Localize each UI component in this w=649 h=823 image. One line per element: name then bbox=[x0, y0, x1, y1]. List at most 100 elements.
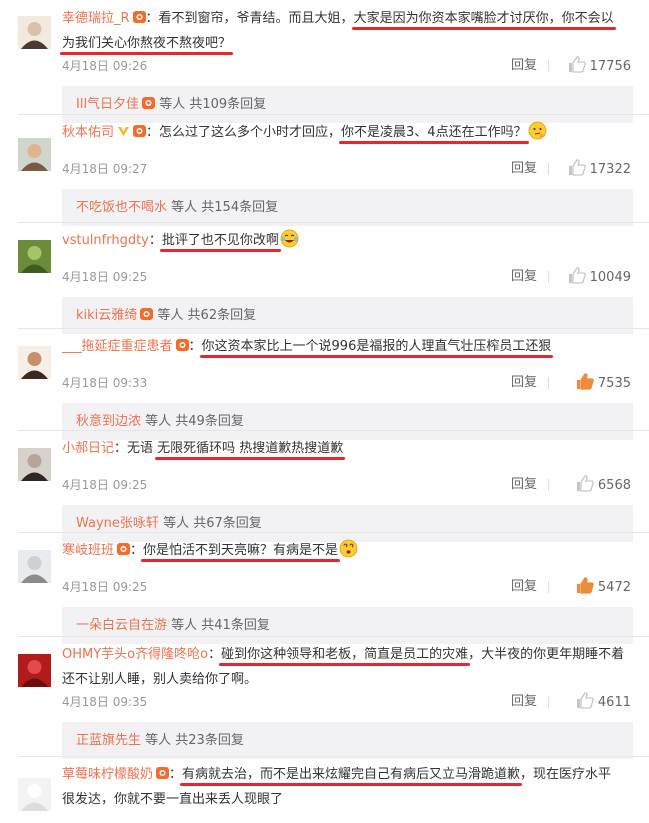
timestamp: 4月18日 09:25 bbox=[62, 580, 148, 594]
like-button[interactable]: 17322 bbox=[568, 159, 631, 180]
replies-count-link[interactable]: 等人 共23条回复 bbox=[145, 733, 244, 748]
reply-username-link[interactable]: 正蓝旗先生 bbox=[76, 733, 141, 748]
replies-preview-box[interactable]: 秋意到边浓 等人 共49条回复 bbox=[62, 403, 633, 440]
highlighted-text: 你是怕活不到天亮嘛？有病是不是 bbox=[143, 543, 339, 558]
timestamp: 4月18日 09:27 bbox=[62, 162, 148, 176]
like-button[interactable]: 4611 bbox=[576, 692, 631, 713]
fan-badge-icon bbox=[132, 11, 146, 23]
avatar[interactable] bbox=[18, 778, 51, 811]
comment-divider bbox=[18, 756, 649, 757]
username-link[interactable]: 草莓味柠檬酸奶 bbox=[62, 767, 153, 782]
like-button[interactable]: 17756 bbox=[568, 56, 631, 77]
meta-divider bbox=[548, 377, 549, 389]
replies-count-link[interactable]: 等人 共154条回复 bbox=[171, 200, 278, 215]
avatar[interactable] bbox=[18, 550, 51, 583]
like-count: 4611 bbox=[597, 695, 631, 710]
reply-button[interactable]: 回复 bbox=[511, 692, 537, 712]
comment-divider bbox=[18, 222, 649, 223]
reply-button[interactable]: 回复 bbox=[511, 373, 537, 393]
replies-preview-box[interactable]: 一朵白云自在游 等人 共41条回复 bbox=[62, 607, 633, 644]
thumbs-up-icon bbox=[568, 267, 586, 284]
comment-meta: 4月18日 09:25 回复 6568 bbox=[62, 475, 631, 495]
comment-meta: 4月18日 09:35 回复 4611 bbox=[62, 692, 631, 712]
meta-divider bbox=[548, 163, 549, 175]
avatar[interactable] bbox=[18, 654, 51, 687]
replies-preview-box[interactable]: Wayne张咏轩 等人 共67条回复 bbox=[62, 505, 633, 542]
highlighted-text: 批评了也不见你改啊 bbox=[161, 233, 279, 248]
reply-username-link[interactable]: 一朵白云自在游 bbox=[76, 618, 167, 633]
avatar[interactable] bbox=[18, 346, 51, 379]
comment-text-line2: 还不让别人睡，别人卖给你了啊。 bbox=[62, 668, 631, 691]
highlighted-text: 无限死循环吗 热搜道歉热搜道歉 bbox=[157, 441, 344, 456]
highlighted-text: 你不是凌晨3、4点还在工作吗？ bbox=[341, 125, 527, 140]
comment-meta: 4月18日 09:27 回复 17322 bbox=[62, 159, 631, 179]
like-button[interactable]: 7535 bbox=[576, 373, 631, 394]
replies-count-link[interactable]: 等人 共67条回复 bbox=[163, 516, 262, 531]
meta-divider bbox=[548, 271, 549, 283]
comment-text-segment: ：看不到窗帘，爷青结。而且大姐， bbox=[145, 11, 354, 26]
comment-text-segment: ： bbox=[169, 767, 183, 782]
replies-count-link[interactable]: 等人 共41条回复 bbox=[171, 618, 270, 633]
comment-text-segment: ：怎么过了这么多个小时才回应， bbox=[146, 125, 342, 140]
thumbs-up-icon bbox=[568, 159, 586, 176]
username-link[interactable]: 小郝日记 bbox=[62, 441, 114, 456]
fan-badge-icon bbox=[133, 125, 147, 137]
comment-text: 幸德瑞拉_R ：看不到窗帘，爷青结。而且大姐，大家是因为你资本家嘴脸才讨厌你，你不… bbox=[62, 7, 631, 30]
comment-text-segment: ： bbox=[188, 339, 202, 354]
reply-button[interactable]: 回复 bbox=[511, 577, 537, 597]
comment-divider bbox=[18, 328, 649, 329]
comment-text-segment: ： bbox=[148, 233, 162, 248]
comment-text: OHMY芋头o齐得隆咚呛o：碰到你这种领导和老板，简直是员工的灾难，大半夜的你更… bbox=[62, 643, 631, 666]
comment-text-segment: ，大半夜的你更年期睡不着 bbox=[468, 647, 625, 662]
reply-username-link[interactable]: Wayne张咏轩 bbox=[76, 516, 159, 531]
comment-text: ___拖延症重症患者 ：你这资本家比上一个说996是福报的人理直气壮压榨员工还狠 bbox=[62, 335, 631, 358]
username-link[interactable]: vstulnfrhgdty bbox=[62, 233, 149, 248]
thumbs-up-icon bbox=[568, 56, 586, 73]
replies-count-link[interactable]: 等人 共109条回复 bbox=[159, 97, 266, 112]
replies-preview-box[interactable]: 正蓝旗先生 等人 共23条回复 bbox=[62, 722, 633, 759]
like-button[interactable]: 10049 bbox=[568, 267, 631, 288]
reply-username-link[interactable]: kiki云雅绮 bbox=[76, 308, 137, 323]
avatar[interactable] bbox=[18, 138, 51, 171]
reply-button[interactable]: 回复 bbox=[511, 267, 537, 287]
replies-count-link[interactable]: 等人 共49条回复 bbox=[145, 414, 244, 429]
comment-text-segment: ： bbox=[208, 647, 222, 662]
username-link[interactable]: 寒岐班班 bbox=[62, 543, 114, 558]
like-count: 17322 bbox=[589, 162, 631, 177]
reply-username-link[interactable]: 秋意到边浓 bbox=[76, 414, 141, 429]
replies-count-link[interactable]: 等人 共62条回复 bbox=[157, 308, 256, 323]
meta-divider bbox=[548, 60, 549, 72]
username-link[interactable]: 秋本佑司 bbox=[62, 125, 114, 140]
username-link[interactable]: OHMY芋头o齐得隆咚呛o bbox=[62, 647, 208, 662]
fan-badge-icon bbox=[140, 308, 154, 320]
like-button[interactable]: 6568 bbox=[576, 475, 631, 496]
comment-text: 小郝日记：无语 无限死循环吗 热搜道歉热搜道歉 bbox=[62, 437, 631, 460]
comment-meta: 4月18日 09:25 回复 5472 bbox=[62, 577, 631, 597]
avatar[interactable] bbox=[18, 16, 51, 49]
reply-button[interactable]: 回复 bbox=[511, 159, 537, 179]
fan-badge-icon bbox=[142, 97, 156, 109]
replies-preview-box[interactable]: 不吃饭也不喝水 等人 共154条回复 bbox=[62, 189, 633, 226]
verified-v-icon bbox=[117, 125, 130, 137]
comment-divider bbox=[18, 430, 649, 431]
like-count: 5472 bbox=[597, 580, 631, 595]
reply-username-link[interactable]: Ill气日夕佳 bbox=[76, 97, 139, 112]
comment-divider bbox=[18, 532, 649, 533]
like-count: 10049 bbox=[589, 270, 631, 285]
meta-divider bbox=[548, 696, 549, 708]
username-link[interactable]: ___拖延症重症患者 bbox=[62, 339, 173, 354]
replies-preview-box[interactable]: Ill气日夕佳 等人 共109条回复 bbox=[62, 86, 633, 123]
comment-text: 草莓味柠檬酸奶 ：有病就去治，而不是出来炫耀完自己有病后又立马滑跪道歉，现在医疗水… bbox=[62, 763, 631, 786]
reply-button[interactable]: 回复 bbox=[511, 56, 537, 76]
timestamp: 4月18日 09:25 bbox=[62, 270, 148, 284]
avatar[interactable] bbox=[18, 240, 51, 273]
username-link[interactable]: 幸德瑞拉_R bbox=[62, 11, 130, 26]
comment-text: 寒岐班班 ：你是怕活不到天亮嘛？有病是不是 bbox=[62, 539, 631, 562]
emoji-laugh2-icon bbox=[280, 229, 299, 248]
like-count: 17756 bbox=[589, 59, 631, 74]
avatar[interactable] bbox=[18, 448, 51, 481]
like-button[interactable]: 5472 bbox=[576, 577, 631, 598]
reply-button[interactable]: 回复 bbox=[511, 475, 537, 495]
reply-username-link[interactable]: 不吃饭也不喝水 bbox=[76, 200, 167, 215]
timestamp: 4月18日 09:35 bbox=[62, 695, 148, 709]
